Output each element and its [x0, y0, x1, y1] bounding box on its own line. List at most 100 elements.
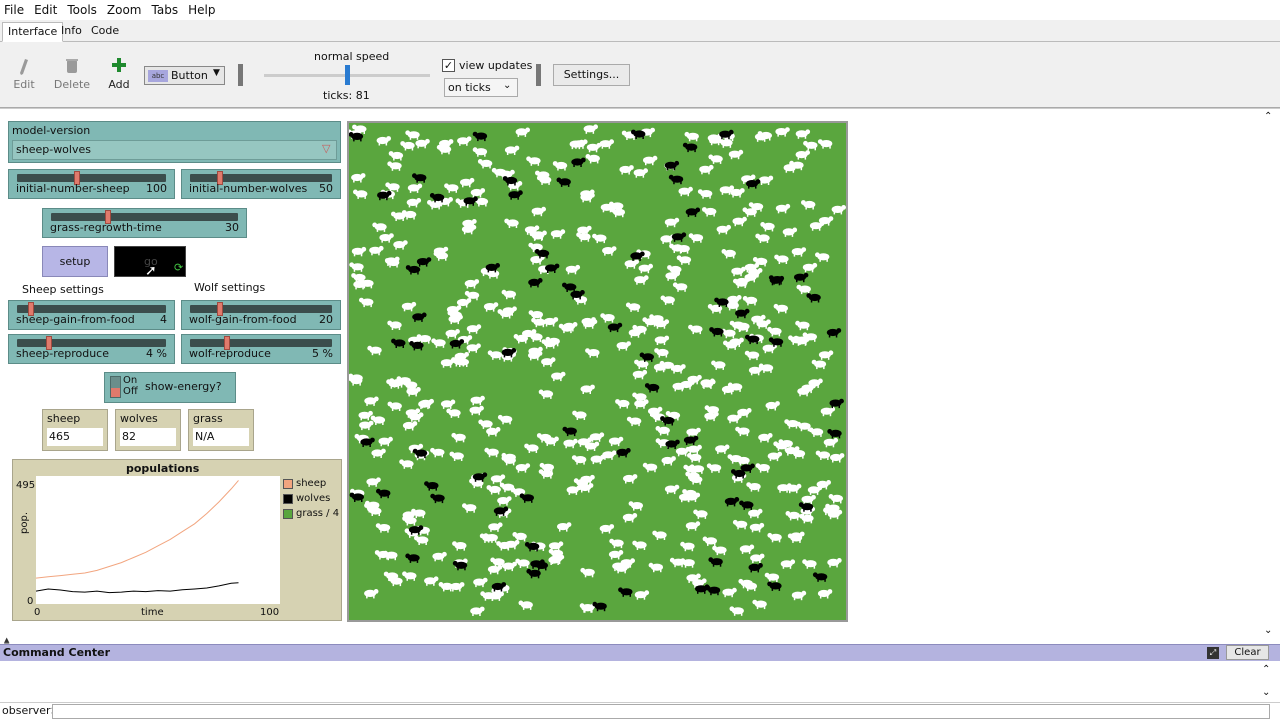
- sheep-agent: [623, 474, 638, 484]
- sheep-agent: [566, 485, 581, 495]
- menu-tools[interactable]: Tools: [67, 3, 103, 17]
- legend-swatch: [283, 478, 293, 489]
- sheep-agent: [729, 320, 745, 331]
- wolf-agent: [533, 561, 548, 571]
- sheep-reproduce-slider[interactable]: sheep-reproduce 4 %: [8, 334, 175, 364]
- view-updates-label: view updates: [459, 59, 533, 72]
- sheep-agent: [661, 456, 676, 466]
- sheep-agent: [571, 455, 587, 465]
- sheep-agent: [686, 427, 701, 438]
- interface-workspace: model-version sheep-wolves ▽ initial-num…: [0, 108, 1280, 639]
- forever-icon: ⟳: [174, 261, 184, 274]
- sheep-agent: [716, 224, 731, 235]
- sheep-agent: [721, 385, 737, 395]
- wolf-agent: [806, 293, 821, 303]
- sheep-agent: [602, 450, 617, 460]
- sheep-agent: [444, 183, 459, 193]
- command-input[interactable]: [52, 704, 1270, 719]
- sheep-agent: [515, 558, 530, 568]
- sheep-settings-label: Sheep settings: [22, 283, 104, 296]
- menu-help[interactable]: Help: [188, 3, 221, 17]
- wolf-agent: [562, 426, 577, 437]
- sheep-agent: [632, 540, 647, 550]
- show-energy-switch[interactable]: On Off show-energy?: [104, 372, 236, 403]
- wolf-agent: [391, 338, 406, 348]
- menu-zoom[interactable]: Zoom: [107, 3, 148, 17]
- sheep-agent: [464, 279, 480, 289]
- add-label: Add: [108, 78, 130, 91]
- sheep-agent: [702, 536, 717, 546]
- settings-button[interactable]: Settings...: [553, 64, 630, 86]
- sheep-agent: [502, 561, 517, 572]
- chevron-down-icon: ▼: [213, 68, 220, 78]
- update-mode-value: on ticks: [448, 81, 491, 94]
- workspace-scrollbar[interactable]: ⌃ ⌄: [1260, 109, 1277, 639]
- sheep-agent: [801, 494, 816, 505]
- go-button[interactable]: go ⟳ ➚: [114, 246, 186, 279]
- y-min-tick: 0: [27, 596, 34, 607]
- sheep-agent: [543, 317, 559, 327]
- model-version-chooser[interactable]: model-version sheep-wolves ▽: [8, 121, 341, 163]
- sheep-agent: [680, 541, 695, 552]
- scroll-down-icon[interactable]: ⌄: [1264, 625, 1272, 636]
- widget-type-select[interactable]: abc Button ▼: [144, 66, 225, 85]
- sheep-agent: [565, 264, 581, 275]
- wolf-reproduce-slider[interactable]: wolf-reproduce 5 %: [181, 334, 341, 364]
- sheep-agent: [728, 149, 744, 160]
- sheep-agent: [791, 590, 807, 601]
- initial-number-wolves-slider[interactable]: initial-number-wolves 50: [181, 169, 341, 199]
- sheep-agent: [592, 233, 607, 244]
- sheep-agent: [802, 559, 817, 569]
- wolf-agent: [405, 553, 420, 563]
- x-axis-label: time: [141, 607, 164, 618]
- scroll-down-icon[interactable]: ⌄: [1262, 687, 1270, 698]
- sheep-agent: [359, 297, 374, 308]
- sheep-agent: [451, 432, 466, 443]
- tab-interface[interactable]: Interface: [2, 22, 64, 42]
- grass-regrowth-time-slider[interactable]: grass-regrowth-time 30: [42, 208, 247, 238]
- sheep-agent: [486, 485, 501, 495]
- sheep-agent: [704, 411, 719, 422]
- sheep-agent: [504, 218, 519, 228]
- wolf-agent: [545, 263, 560, 273]
- sheep-agent: [440, 399, 456, 409]
- sheep-agent: [721, 328, 736, 339]
- clear-button[interactable]: Clear: [1226, 645, 1269, 660]
- sheep-agent: [385, 182, 400, 192]
- tab-info[interactable]: Info: [56, 22, 87, 42]
- view-updates-checkbox[interactable]: ✓: [442, 59, 455, 72]
- update-mode-select[interactable]: on ticks ⌄: [444, 78, 518, 97]
- sheep-agent: [764, 572, 780, 583]
- sheep-agent: [528, 310, 543, 320]
- sheep-agent: [729, 606, 744, 616]
- sheep-agent: [619, 165, 634, 175]
- world-view[interactable]: [346, 121, 848, 622]
- sheep-agent: [752, 599, 767, 610]
- expand-icon[interactable]: ⤢: [1207, 647, 1219, 659]
- delete-button[interactable]: Delete: [50, 42, 94, 91]
- chooser-value-box[interactable]: sheep-wolves ▽: [12, 140, 337, 160]
- menu-file[interactable]: File: [4, 3, 30, 17]
- pencil-icon: [2, 58, 46, 76]
- tab-code[interactable]: Code: [86, 22, 124, 42]
- switch-knob[interactable]: [111, 388, 120, 397]
- slider-track: [17, 174, 166, 182]
- sheep-agent: [586, 142, 602, 153]
- sheep-agent: [672, 282, 688, 292]
- sheep-agent: [438, 582, 453, 592]
- menu-tabs[interactable]: Tabs: [152, 3, 185, 17]
- sheep-gain-from-food-slider[interactable]: sheep-gain-from-food 4: [8, 300, 175, 330]
- scroll-up-icon[interactable]: ⌃: [1262, 664, 1270, 675]
- sheep-agent: [488, 522, 503, 532]
- add-button[interactable]: Add: [97, 42, 141, 91]
- scroll-up-icon[interactable]: ⌃: [1264, 111, 1272, 122]
- edit-button[interactable]: Edit: [2, 42, 46, 91]
- sheep-agent: [580, 567, 595, 578]
- setup-button[interactable]: setup: [42, 246, 108, 277]
- wolf-gain-from-food-slider[interactable]: wolf-gain-from-food 20: [181, 300, 341, 330]
- initial-number-sheep-slider[interactable]: initial-number-sheep 100: [8, 169, 175, 199]
- slider-name: grass-regrowth-time: [50, 221, 162, 234]
- wolf-agent: [794, 272, 809, 283]
- menu-edit[interactable]: Edit: [34, 3, 63, 17]
- speed-slider-thumb[interactable]: [345, 65, 350, 85]
